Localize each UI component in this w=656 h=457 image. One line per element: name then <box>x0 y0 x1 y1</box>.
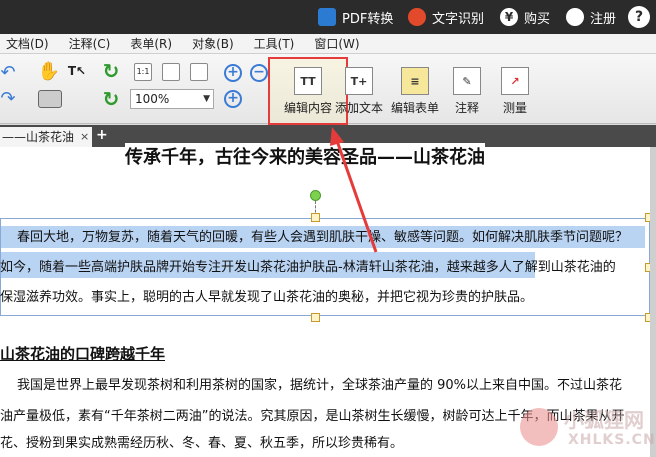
watermark-en: XHLKS.CN <box>568 432 656 448</box>
watermark: 小狐狸网 XHLKS.CN <box>520 404 655 454</box>
annotation-arrow-line <box>334 137 378 253</box>
annotation-arrow <box>330 127 378 253</box>
annotation-arrow-head <box>330 127 344 146</box>
watermark-cn: 小狐狸网 <box>564 408 644 432</box>
fox-logo-icon <box>520 408 558 446</box>
